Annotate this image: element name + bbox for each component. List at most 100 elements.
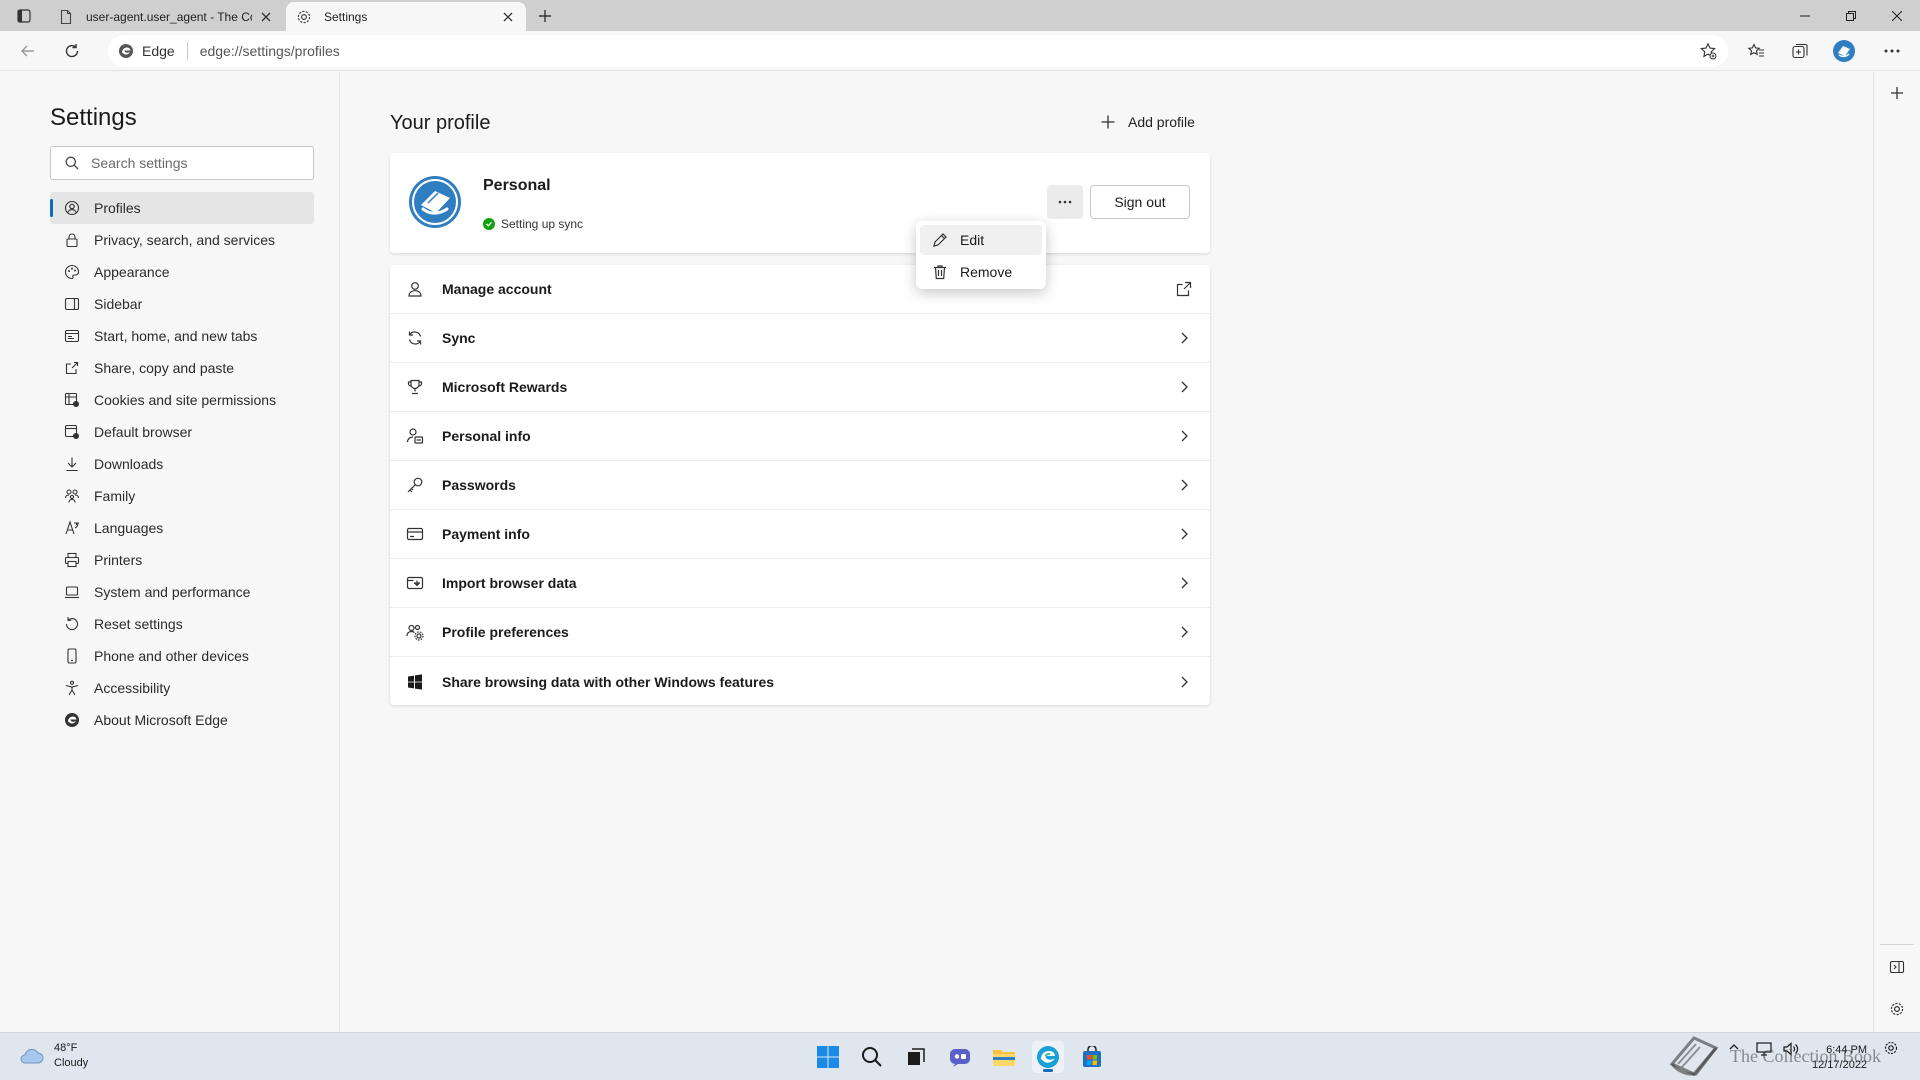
sidebar-item-languages[interactable]: Languages xyxy=(50,512,314,544)
teams-chat-icon[interactable] xyxy=(944,1041,976,1073)
rail-settings-gear-icon[interactable] xyxy=(1886,998,1908,1020)
sidebar-item-default-browser[interactable]: Default browser xyxy=(50,416,314,448)
cloud-icon xyxy=(20,1048,44,1064)
more-options-icon[interactable] xyxy=(1878,39,1906,63)
favorites-icon[interactable] xyxy=(1742,39,1770,63)
add-profile-button[interactable]: Add profile xyxy=(1100,110,1195,134)
close-icon[interactable] xyxy=(500,9,516,25)
search-box[interactable] xyxy=(50,146,314,180)
microsoft-store-icon[interactable] xyxy=(1076,1041,1108,1073)
credit-card-icon xyxy=(406,527,424,541)
address-bar[interactable]: Edge edge://settings/profiles xyxy=(108,35,1728,67)
family-icon xyxy=(64,489,80,503)
volume-icon[interactable] xyxy=(1782,1041,1800,1057)
row-share-browsing-data[interactable]: Share browsing data with other Windows f… xyxy=(390,657,1210,706)
hide-sidebar-icon[interactable] xyxy=(1886,956,1908,978)
clock-time: 6:44 PM xyxy=(1826,1044,1868,1056)
sidebar-item-cookies[interactable]: Cookies and site permissions xyxy=(50,384,314,416)
tab-user-agent[interactable]: user-agent.user_agent - The Coll xyxy=(48,2,284,31)
settings-sidebar: Settings Profiles Privacy, search, and s… xyxy=(0,72,340,1032)
sidebar-item-system[interactable]: System and performance xyxy=(50,576,314,608)
language-icon xyxy=(65,520,79,535)
sidebar-item-privacy[interactable]: Privacy, search, and services xyxy=(50,224,314,256)
back-arrow-icon[interactable] xyxy=(14,39,42,63)
cookie-icon xyxy=(64,392,79,407)
sidebar-item-appearance[interactable]: Appearance xyxy=(50,256,314,288)
sidebar-item-sidebar[interactable]: Sidebar xyxy=(50,288,314,320)
clock-date: 12/17/2022 xyxy=(1812,1059,1868,1071)
site-identity[interactable]: Edge xyxy=(118,43,175,59)
browser-toolbar: Edge edge://settings/profiles xyxy=(0,31,1920,71)
lock-icon xyxy=(66,233,78,248)
task-view-icon[interactable] xyxy=(900,1041,932,1073)
weather-widget[interactable]: 48°F Cloudy xyxy=(18,1041,88,1071)
chevron-right-icon xyxy=(1181,626,1188,638)
tab-settings[interactable]: Settings xyxy=(286,2,526,31)
new-tab-plus-icon[interactable] xyxy=(535,6,555,26)
refresh-icon[interactable] xyxy=(58,39,86,63)
window-close-icon[interactable] xyxy=(1874,0,1920,31)
sidebar-item-label: Share, copy and paste xyxy=(94,360,235,376)
import-icon xyxy=(406,576,424,590)
profile-avatar-icon[interactable] xyxy=(1830,39,1858,63)
taskbar-search-icon[interactable] xyxy=(856,1041,888,1073)
row-manage-account[interactable]: Manage account xyxy=(390,265,1210,314)
system-clock[interactable]: 6:44 PM 12/17/2022 xyxy=(1812,1043,1867,1073)
row-sync[interactable]: Sync xyxy=(390,314,1210,363)
collections-icon[interactable] xyxy=(1786,39,1814,63)
close-icon[interactable] xyxy=(258,9,274,25)
sidebar-item-accessibility[interactable]: Accessibility xyxy=(50,672,314,704)
phone-icon xyxy=(67,648,77,664)
network-icon[interactable] xyxy=(1756,1041,1772,1057)
restore-icon[interactable] xyxy=(1828,0,1874,31)
add-favorite-star-icon[interactable] xyxy=(1698,41,1718,61)
notification-icon[interactable] xyxy=(1884,1041,1898,1055)
profile-avatar-book-icon xyxy=(409,176,461,228)
minimize-icon[interactable] xyxy=(1782,0,1828,31)
weather-temp: 48°F xyxy=(54,1042,78,1054)
rail-add-plus-icon[interactable] xyxy=(1886,82,1908,104)
rail-divider xyxy=(1880,944,1914,945)
profile-icon xyxy=(64,200,80,216)
sidebar-item-phone[interactable]: Phone and other devices xyxy=(50,640,314,672)
sidebar-item-label: Printers xyxy=(94,552,143,568)
tray-overflow-chevron-icon[interactable] xyxy=(1728,1041,1740,1053)
sidebar-item-about[interactable]: About Microsoft Edge xyxy=(50,704,314,736)
sidebar-item-reset[interactable]: Reset settings xyxy=(50,608,314,640)
row-profile-preferences[interactable]: Profile preferences xyxy=(390,608,1210,657)
row-label: Share browsing data with other Windows f… xyxy=(442,673,775,690)
row-payment-info[interactable]: Payment info xyxy=(390,510,1210,559)
sidebar-item-profiles[interactable]: Profiles xyxy=(50,192,314,224)
download-icon xyxy=(66,457,78,472)
row-passwords[interactable]: Passwords xyxy=(390,461,1210,510)
row-personal-info[interactable]: Personal info xyxy=(390,412,1210,461)
row-import-browser-data[interactable]: Import browser data xyxy=(390,559,1210,608)
sign-out-button[interactable]: Sign out xyxy=(1090,185,1190,219)
menu-item-label: Remove xyxy=(960,264,1013,280)
menu-item-remove[interactable]: Remove xyxy=(920,257,1042,287)
external-link-icon xyxy=(1176,281,1192,297)
sidebar-item-printers[interactable]: Printers xyxy=(50,544,314,576)
page-title: Your profile xyxy=(390,112,491,134)
menu-item-edit[interactable]: Edit xyxy=(920,225,1042,255)
row-label: Import browser data xyxy=(442,575,577,591)
url-text: edge://settings/profiles xyxy=(199,43,340,59)
search-settings-input[interactable] xyxy=(91,155,291,171)
profile-more-button[interactable] xyxy=(1047,185,1083,219)
sidebar-item-family[interactable]: Family xyxy=(50,480,314,512)
sidebar-item-label: Start, home, and new tabs xyxy=(94,328,258,344)
file-explorer-icon[interactable] xyxy=(988,1041,1020,1073)
sidebar-item-label: Family xyxy=(94,488,136,504)
sidebar-item-downloads[interactable]: Downloads xyxy=(50,448,314,480)
edge-taskbar-icon[interactable] xyxy=(1032,1041,1064,1073)
sidebar-item-label: Cookies and site permissions xyxy=(94,392,277,408)
start-button-windows-icon[interactable] xyxy=(812,1041,844,1073)
row-label: Sync xyxy=(442,330,476,346)
sidebar-item-start-home[interactable]: Start, home, and new tabs xyxy=(50,320,314,352)
tab-actions-icon[interactable] xyxy=(12,6,36,26)
page-icon xyxy=(60,9,72,24)
row-microsoft-rewards[interactable]: Microsoft Rewards xyxy=(390,363,1210,412)
settings-title: Settings xyxy=(50,104,137,131)
row-label: Profile preferences xyxy=(442,624,569,640)
sidebar-item-share-copy[interactable]: Share, copy and paste xyxy=(50,352,314,384)
